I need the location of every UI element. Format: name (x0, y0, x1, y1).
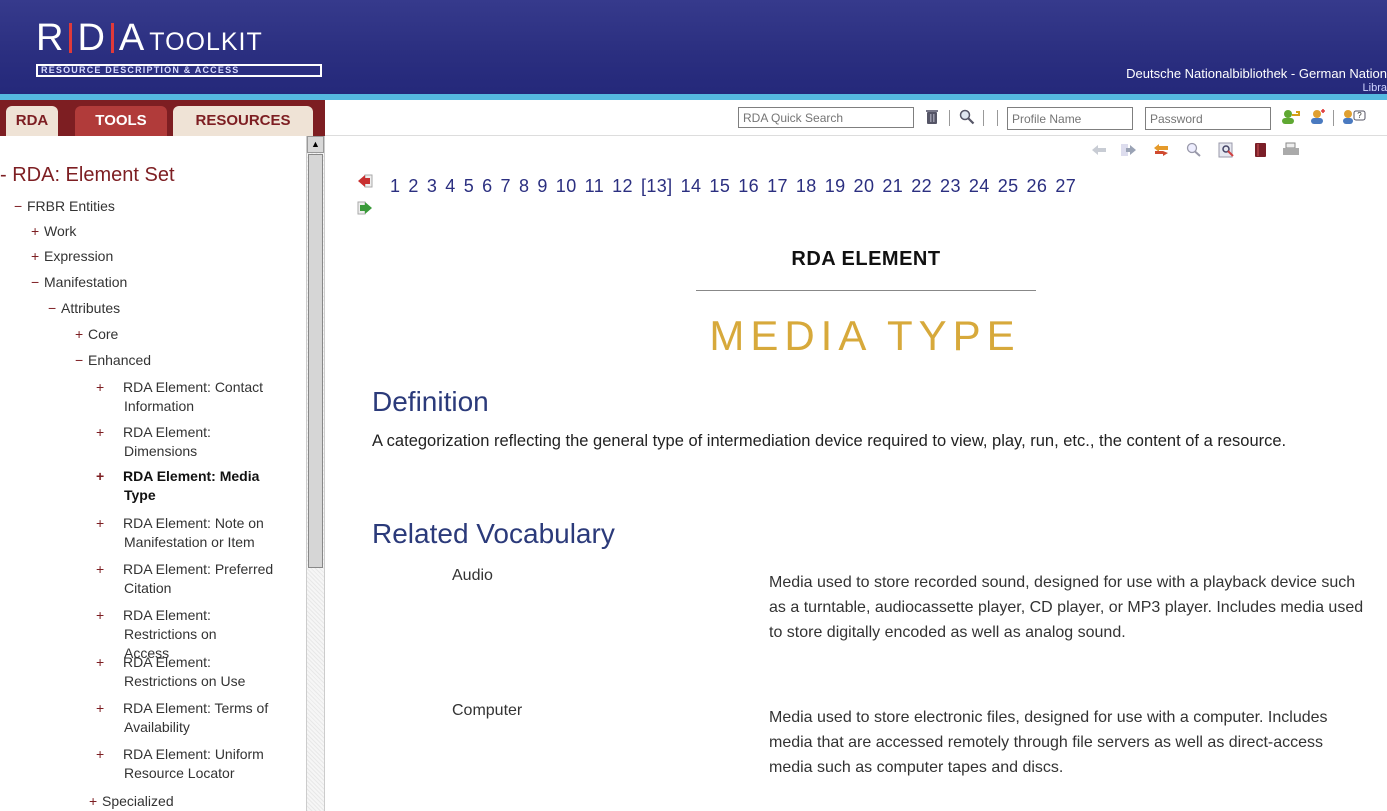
tree-item-manifestation[interactable]: − Manifestation (31, 273, 127, 292)
page-link[interactable]: 24 (969, 176, 990, 196)
tree-root[interactable]: - RDA: Element Set (0, 164, 175, 187)
previous-page-arrow-icon[interactable] (357, 173, 373, 189)
back-history-icon[interactable] (1090, 142, 1108, 158)
tree-item-media-type[interactable]: + RDA Element: Media Type (96, 467, 290, 505)
logo-d: D (77, 17, 106, 59)
help-icon[interactable]: ? (1341, 108, 1367, 126)
tree-item-enhanced[interactable]: − Enhanced (75, 351, 151, 370)
logo-toolkit: TOOLKIT (149, 28, 263, 56)
page-number-links: 1 2 3 4 5 6 7 8 9 10 11 12 [13] 14 15 16 17 18 19 20 21 22 23 2… (390, 176, 1084, 197)
page-link[interactable]: 20 (854, 176, 875, 196)
vocab-description: Media used to store electronic files, de… (769, 709, 1328, 776)
title-divider (696, 290, 1036, 291)
quick-search-input[interactable] (738, 107, 914, 128)
page-link[interactable]: 8 (519, 176, 529, 196)
tree-item-preferred-citation[interactable]: + RDA Element: Preferred Citation (96, 560, 300, 598)
element-title: MEDIA TYPE (709, 312, 1021, 359)
related-vocabulary-heading: Related Vocabulary (372, 518, 615, 549)
page-link[interactable]: 4 (445, 176, 455, 196)
app-header: R D A TOOLKIT RESOURCE DESCRIPTION & ACCESS… (0, 0, 1387, 96)
tree-item-attributes[interactable]: − Attributes (48, 299, 120, 318)
password-input[interactable] (1145, 107, 1271, 130)
page-link[interactable]: 10 (556, 176, 577, 196)
profile-name-input[interactable] (1007, 107, 1133, 130)
tab-rda[interactable]: RDA (6, 106, 58, 136)
page-link[interactable]: 18 (796, 176, 817, 196)
organization-name-overflow: Libra (1362, 82, 1387, 94)
element-label: RDA ELEMENT (791, 248, 941, 270)
tree-item-core[interactable]: + Core (75, 325, 118, 344)
svg-text:?: ? (1357, 111, 1362, 120)
page-link[interactable]: 25 (998, 176, 1019, 196)
current-page-number: [13] (640, 176, 673, 196)
page-link[interactable]: 21 (882, 176, 903, 196)
page-link[interactable]: 26 (1027, 176, 1048, 196)
organization-name: Deutsche Nationalbibliothek - German Nat… (1126, 66, 1387, 81)
vocab-description: Media used to store recorded sound, desi… (769, 574, 1364, 641)
page-link[interactable]: 5 (464, 176, 474, 196)
definition-heading: Definition (372, 386, 489, 417)
page-link[interactable]: 12 (612, 176, 633, 196)
tree-item-restrictions-on-use[interactable]: + RDA Element: Restrictions on Use (96, 653, 260, 691)
tab-tools[interactable]: TOOLS (75, 106, 167, 136)
tree-item-specialized[interactable]: + Specialized (89, 792, 174, 811)
definition-text: A categorization reflecting the general … (372, 432, 1287, 450)
document-nav-toolbar (1090, 140, 1387, 162)
top-toolbar: ? (325, 100, 1387, 136)
page-link[interactable]: 15 (709, 176, 730, 196)
page-link[interactable]: 22 (911, 176, 932, 196)
tree-item-uniform-resource-locator[interactable]: + RDA Element: Uniform Resource Locator (96, 745, 300, 783)
vocab-term: Audio (452, 567, 493, 584)
logo-r: R (36, 17, 65, 59)
clear-icon[interactable] (923, 108, 941, 126)
bookmark-icon[interactable] (1252, 142, 1270, 158)
logo-tagline: RESOURCE DESCRIPTION & ACCESS (36, 64, 322, 77)
next-page-arrow-icon[interactable] (357, 200, 373, 216)
sync-icon[interactable] (1152, 142, 1170, 158)
page-link[interactable]: 14 (681, 176, 702, 196)
tree-item-contact-information[interactable]: + RDA Element: Contact Information (96, 378, 300, 416)
find-icon[interactable] (1185, 142, 1203, 158)
page-link[interactable]: 17 (767, 176, 788, 196)
sidebar-scrollbar[interactable]: ▲ (306, 136, 324, 811)
print-icon[interactable] (1282, 142, 1300, 158)
page-link[interactable]: 7 (501, 176, 511, 196)
tree-item-expression[interactable]: + Expression (31, 247, 113, 266)
page-link[interactable]: 6 (482, 176, 492, 196)
search-icon[interactable] (958, 108, 976, 126)
logo-a: A (118, 17, 146, 59)
vocab-term: Computer (452, 702, 523, 719)
page-link[interactable]: 23 (940, 176, 961, 196)
new-user-icon[interactable] (1306, 108, 1328, 126)
tab-bar: RDA TOOLS RESOURCES (0, 100, 325, 136)
page-link[interactable]: 2 (408, 176, 418, 196)
page-link[interactable]: 19 (825, 176, 846, 196)
page-link[interactable]: 9 (537, 176, 547, 196)
tree-item-work[interactable]: + Work (31, 222, 76, 241)
tab-resources[interactable]: RESOURCES (173, 106, 313, 136)
page-link[interactable]: 3 (427, 176, 437, 196)
page-link[interactable]: 11 (585, 176, 605, 196)
rda-toolkit-logo[interactable]: R D A TOOLKIT RESOURCE DESCRIPTION & ACCESS (36, 18, 322, 77)
scroll-up-arrow-icon[interactable]: ▲ (307, 136, 324, 153)
sidebar-tree: - RDA: Element Set − FRBR Entities + Work … (0, 136, 325, 811)
page-link[interactable]: 27 (1055, 176, 1076, 196)
page-link[interactable]: 16 (738, 176, 759, 196)
forward-history-icon[interactable] (1120, 142, 1138, 158)
tree-item-terms-of-availability[interactable]: + RDA Element: Terms of Availability (96, 699, 300, 737)
tree-item-frbr-entities[interactable]: − FRBR Entities (14, 197, 115, 216)
tree-item-note-on-manifestation[interactable]: + RDA Element: Note on Manifestation or I… (96, 514, 300, 552)
tree-item-dimensions[interactable]: + RDA Element: Dimensions (96, 423, 260, 461)
page-link[interactable]: 1 (390, 176, 400, 196)
login-icon[interactable] (1279, 108, 1301, 126)
preview-icon[interactable] (1218, 142, 1236, 158)
scroll-thumb[interactable] (308, 154, 323, 568)
